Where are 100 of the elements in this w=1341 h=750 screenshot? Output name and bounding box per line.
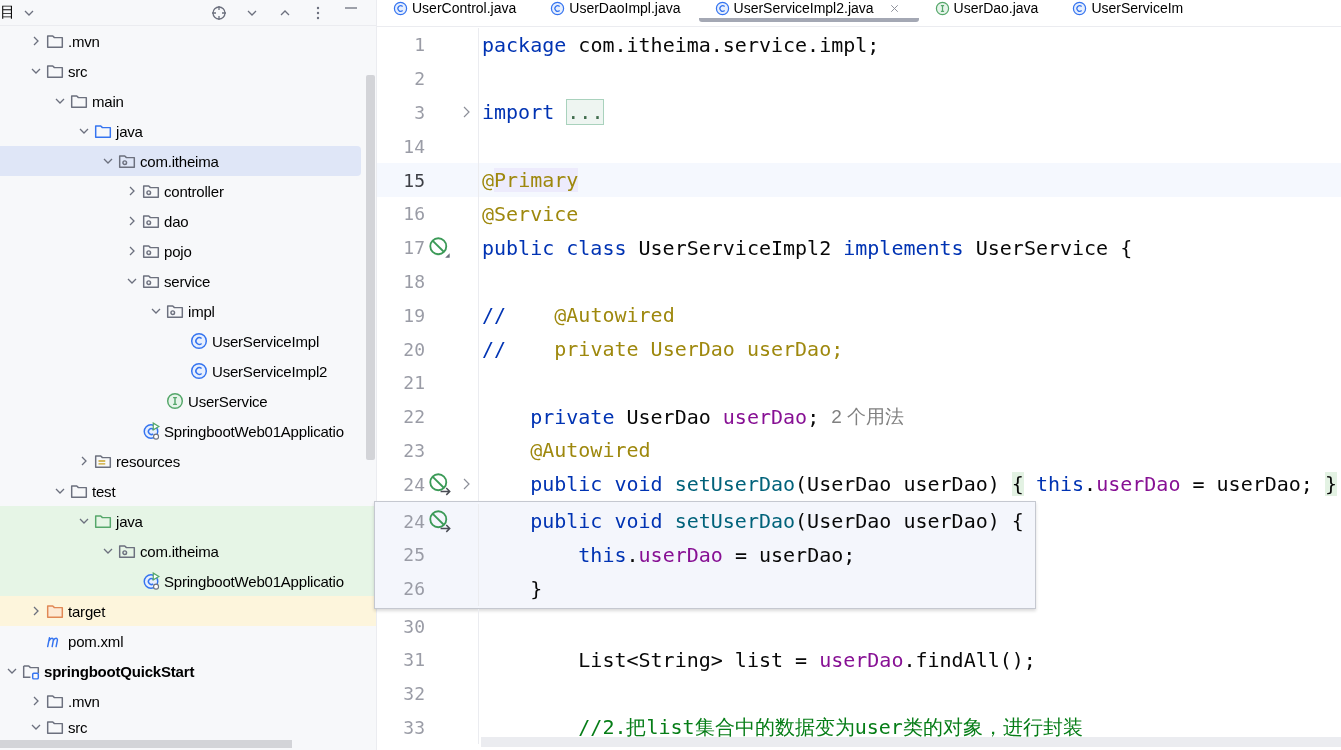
tree-item[interactable]: service [0,266,376,296]
tree-item[interactable]: UserService [0,386,376,416]
tree-item[interactable]: SpringbootWeb01Applicatio [0,566,376,596]
folder-icon [46,62,64,80]
editor-tab[interactable]: UserServiceImpl2.java [698,0,919,22]
line-number: 22 [402,406,425,428]
line-number: 25 [402,544,425,566]
class-icon [190,362,208,380]
module-icon [22,662,40,680]
resources-folder-icon [94,452,112,470]
tree-item[interactable]: .mvn [0,686,376,716]
code-line: package com.itheima.service.impl; [482,32,880,57]
tree-item[interactable]: src [0,716,376,738]
scrollbar-thumb[interactable] [366,75,375,460]
tree-item[interactable]: springbootQuickStart [0,656,376,686]
line-number: 20 [402,338,425,360]
class-icon [1072,0,1088,16]
code-line: this.userDao = userDao; [577,542,856,567]
package-icon [142,182,160,200]
tree-item[interactable]: impl [0,296,376,326]
panel-title[interactable]: 目 [0,3,15,22]
line-number: 19 [402,304,425,326]
usage-hint[interactable]: 2 个用法 [831,403,905,430]
application-icon [142,572,160,590]
line-number: 26 [402,578,425,600]
code-line: List<String> list = userDao.findAll(); [577,647,1036,672]
line-number: 24 [402,473,425,495]
interface-icon [166,392,184,410]
tree-item[interactable]: test [0,476,376,506]
folder-icon [46,692,64,710]
code-line: public void setUserDao(UserDao userDao) { this.userDao = userDao; } [529,472,1337,497]
line-number: 16 [402,203,425,225]
tree-item[interactable]: UserServiceImpl [0,326,376,356]
line-number: 3 [413,102,425,123]
line-number: 15 [402,169,425,191]
bean-link-icon[interactable] [428,509,452,534]
code-line: //2.把list集合中的数据变为user类的对象，进行封装 [577,713,1083,741]
tree-item[interactable]: java [0,116,376,146]
line-number: 1 [413,34,425,56]
code-line: private UserDao userDao; [529,404,820,429]
scrollbar-thumb[interactable] [0,740,292,748]
tree-item[interactable]: .mvn [0,26,376,56]
code-line: // private UserDao userDao; [482,337,844,362]
folder-icon [70,482,88,500]
bean-icon[interactable] [428,235,452,260]
class-icon [393,0,408,16]
tree-item[interactable]: src [0,56,376,86]
editor-tab[interactable]: UserDao.java [918,0,1057,22]
line-number: 18 [402,270,425,292]
line-number: 17 [402,237,425,259]
tree-item[interactable]: main [0,86,376,116]
tree-item[interactable]: pojo [0,236,376,266]
tree-item[interactable]: controller [0,176,376,206]
code-line: import ... [482,100,605,125]
folder-icon [94,122,112,140]
line-number: 32 [402,683,425,705]
tree-item[interactable]: UserServiceImpl2 [0,356,376,386]
editor-tab[interactable]: UserDaoImpl.java [534,0,699,22]
code-line: @Primary [482,168,579,193]
line-number: 23 [402,439,425,461]
tree-item[interactable]: java [0,506,376,536]
package-icon [118,152,136,170]
package-icon [166,302,184,320]
tree-item[interactable]: pom.xml [0,626,376,656]
tree-item[interactable]: com.itheima [0,146,361,176]
tree-item[interactable]: com.itheima [0,536,376,566]
class-icon [714,0,730,16]
code-line: // @Autowired [482,303,675,328]
line-number: 31 [402,649,425,671]
folder-icon [46,32,64,50]
line-number: 14 [402,135,425,157]
package-icon [118,542,136,560]
folder-icon [70,92,88,110]
code-line: public void setUserDao(UserDao userDao) { [529,509,1024,534]
line-number: 2 [413,68,425,90]
tree-item[interactable]: target [0,596,376,626]
package-icon [142,212,160,230]
code-line: @Service [482,201,579,226]
code-line: } [529,576,543,601]
package-icon [142,272,160,290]
folder-icon [46,718,64,736]
class-icon [190,332,208,350]
class-icon [550,0,566,16]
line-number: 33 [402,716,425,738]
folder-icon [94,512,112,530]
code-line: @Autowired [529,438,651,463]
code-line: public class UserServiceImpl2 implements UserService { [482,235,1133,260]
interface-icon [934,0,950,16]
folder-icon [46,602,64,620]
line-number: 24 [402,510,425,532]
tree-item[interactable]: resources [0,446,376,476]
editor-tab[interactable]: UserControl.java [377,0,535,22]
tree-item[interactable]: dao [0,206,376,236]
target-icon[interactable] [211,4,227,21]
bean-link-icon[interactable] [428,472,452,497]
tree-item[interactable]: SpringbootWeb01Applicatio [0,416,376,446]
editor-tab[interactable]: UserServiceIm [1056,0,1202,22]
application-icon [142,422,160,440]
package-icon [142,242,160,260]
line-number: 21 [402,372,425,394]
